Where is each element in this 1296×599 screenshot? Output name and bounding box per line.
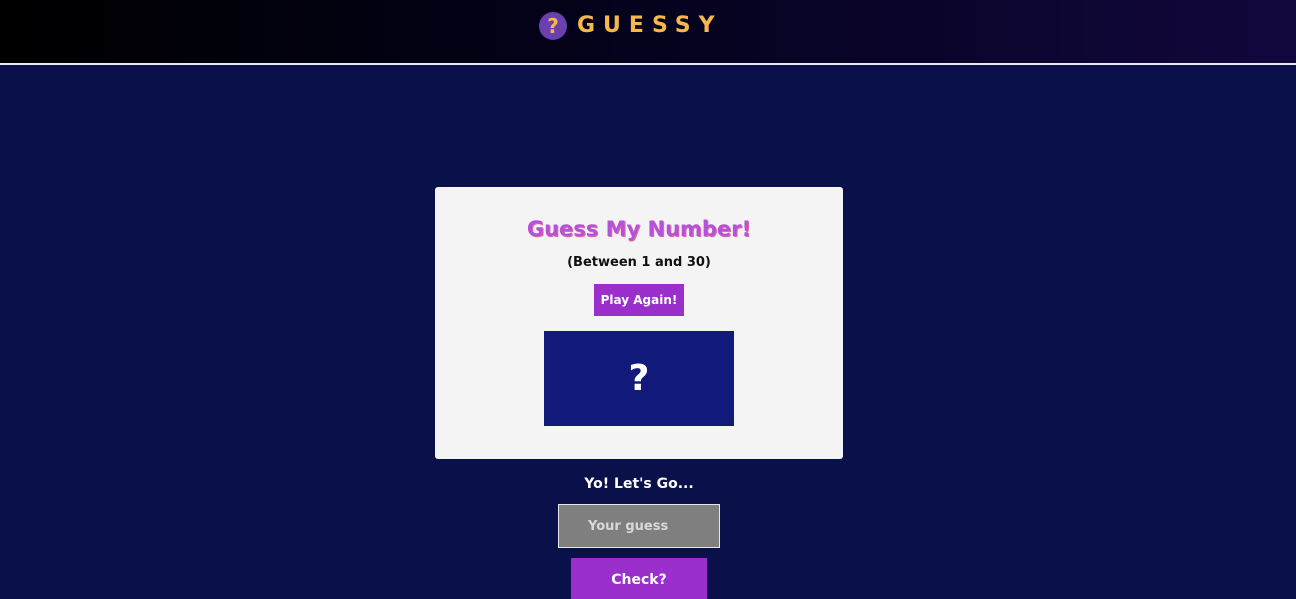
top-bar: ? GUESSY xyxy=(0,0,1296,65)
question-mark-icon: ? xyxy=(539,12,567,40)
check-button[interactable]: Check? xyxy=(571,558,707,599)
range-hint: (Between 1 and 30) xyxy=(567,255,711,270)
game-card: Guess My Number! (Between 1 and 30) Play… xyxy=(435,187,843,459)
status-message: Yo! Let's Go... xyxy=(584,476,694,492)
play-again-button[interactable]: Play Again! xyxy=(594,284,684,316)
guess-input[interactable] xyxy=(558,504,720,548)
brand-logo[interactable]: ? GUESSY xyxy=(539,11,723,41)
secret-number-display: ? xyxy=(544,331,734,426)
brand-name: GUESSY xyxy=(577,13,723,38)
game-title: Guess My Number! xyxy=(526,217,752,241)
